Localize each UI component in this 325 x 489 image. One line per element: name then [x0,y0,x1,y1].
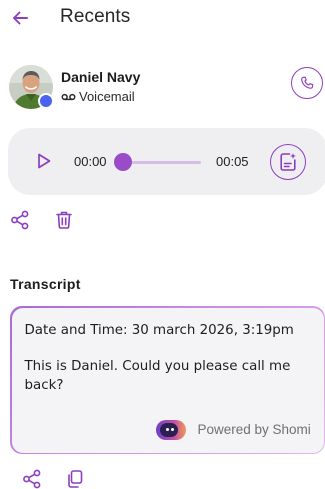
call-button[interactable] [291,67,323,99]
delete-voicemail-button[interactable] [53,209,75,231]
voicemail-detail-screen: Recents Daniel Navy Voicemail 00:00 00:0… [0,0,325,489]
app-bar: Recents [0,0,325,36]
copy-icon [68,470,83,488]
contact-type-label: Voicemail [79,89,135,104]
trash-icon [56,211,72,229]
current-time: 00:00 [74,154,107,169]
powered-by-label: Powered by Shomi [197,422,311,437]
transcribe-button[interactable] [270,144,306,180]
copy-transcript-button[interactable] [64,468,86,489]
transcript-text: This is Daniel. Could you please call me… [24,358,291,393]
shomi-logo-icon [155,419,186,440]
share-voicemail-button[interactable] [9,209,31,231]
arrow-left-icon [13,11,28,25]
back-button[interactable] [8,6,32,30]
contact-name: Daniel Navy [61,69,141,85]
avatar [9,65,54,109]
progress-thumb[interactable] [114,153,132,171]
progress-track[interactable] [123,161,201,164]
document-sparkle-icon [280,153,296,171]
transcript-datetime: Date and Time: 30 march 2026, 3:19pm [24,322,294,338]
share-transcript-button[interactable] [21,468,43,489]
presence-indicator [38,93,54,109]
contact-subtitle: Voicemail [61,89,135,104]
audio-player: 00:00 00:05 [8,128,325,195]
transcript-card: Date and Time: 30 march 2026, 3:19pm Thi… [10,306,325,454]
play-icon [38,153,51,169]
share-icon [11,210,29,230]
page-title: Recents [60,6,131,27]
transcript-heading: Transcript [10,276,81,292]
duration: 00:05 [216,154,249,169]
share-icon [23,469,41,489]
powered-by: Powered by Shomi [155,419,311,440]
voicemail-icon [61,93,76,100]
play-button[interactable] [34,151,54,171]
phone-icon [301,76,314,89]
